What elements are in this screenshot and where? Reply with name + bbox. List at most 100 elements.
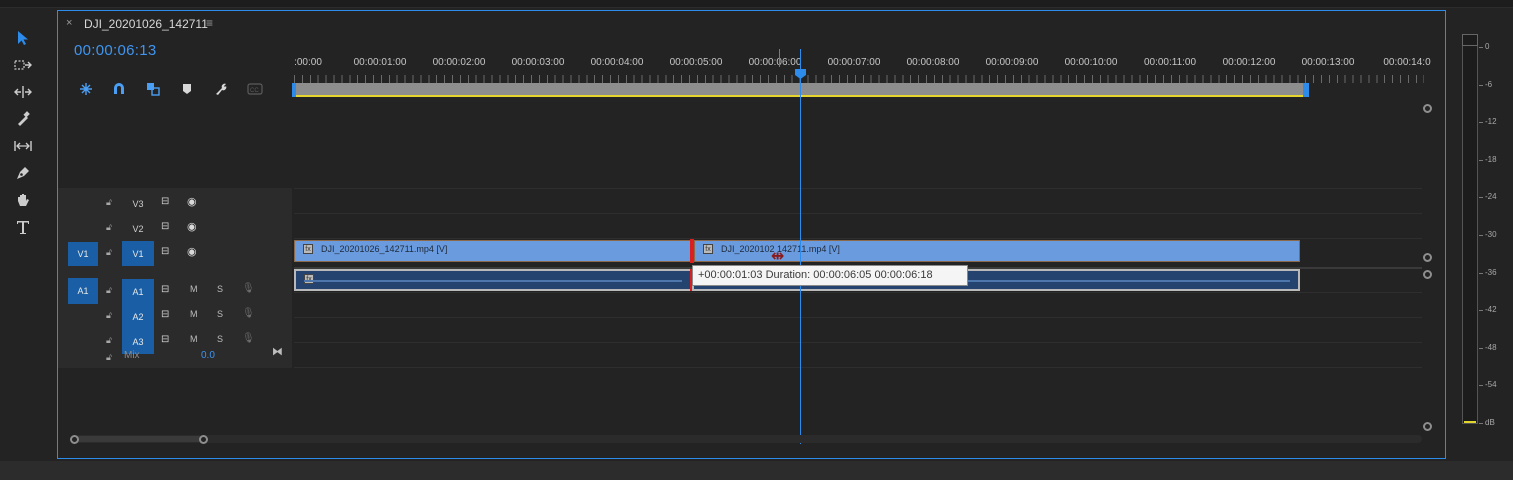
- source-patch-a1[interactable]: A1: [68, 278, 98, 304]
- mic-icon[interactable]: 🎙︎: [242, 308, 255, 319]
- ruler-label: 00:00:07:00: [827, 57, 881, 68]
- mute-button[interactable]: M: [190, 309, 198, 319]
- panel-tab: × DJI_20201026_142711 ≡: [58, 11, 1445, 37]
- type-tool-icon[interactable]: [10, 215, 36, 239]
- meter-db-label: -36: [1485, 267, 1497, 277]
- ruler-label: 00:00:12:00: [1222, 57, 1276, 68]
- lock-icon[interactable]: 🔓︎: [106, 335, 112, 346]
- playhead-timecode[interactable]: 00:00:06:13: [74, 42, 157, 59]
- ruler-label: 00:00:06:00: [748, 57, 802, 68]
- meter-db-label: -48: [1485, 342, 1497, 352]
- work-area-start-handle[interactable]: [292, 83, 296, 97]
- sync-lock-icon[interactable]: ⊟: [161, 246, 169, 257]
- close-tab-icon[interactable]: ×: [66, 17, 72, 29]
- horizontal-scrollbar[interactable]: [72, 435, 1422, 443]
- solo-button[interactable]: S: [217, 284, 223, 294]
- ruler-label: 00:00:14:0: [1383, 57, 1431, 68]
- video-clip[interactable]: fx DJI_2020102 142711.mp4 [V]: [694, 240, 1300, 262]
- vertical-scroll-knob[interactable]: [1423, 253, 1432, 262]
- linked-selection-icon[interactable]: [145, 81, 161, 97]
- timeline-settings-wrench-icon[interactable]: [213, 81, 229, 97]
- zoom-left-knob[interactable]: [70, 435, 79, 444]
- eye-icon[interactable]: ◉: [187, 195, 197, 208]
- audio-clip[interactable]: fx: [294, 269, 692, 291]
- lock-icon[interactable]: 🔓︎: [106, 197, 112, 208]
- meter-level: [1464, 421, 1476, 423]
- track-headers: 🔓︎ V3 ⊟ ◉ 🔓︎ V2 ⊟ ◉ V1 🔓︎ V1 ⊟ ◉ A1 🔓︎ A…: [58, 188, 292, 368]
- track-target-v1[interactable]: V1: [122, 241, 154, 266]
- sync-lock-icon[interactable]: ⊟: [161, 221, 169, 232]
- razor-tool-icon[interactable]: [10, 107, 36, 131]
- solo-button[interactable]: S: [217, 309, 223, 319]
- vertical-scroll-knob[interactable]: [1423, 422, 1432, 431]
- sync-lock-icon[interactable]: ⊟: [161, 284, 169, 295]
- clip-label: DJI_20201026_142711.mp4 [V]: [321, 244, 448, 254]
- hand-tool-icon[interactable]: [10, 188, 36, 212]
- mix-lock-icon[interactable]: 🔓︎: [106, 352, 112, 363]
- vertical-scroll-knob[interactable]: [1423, 104, 1432, 113]
- slip-tool-icon[interactable]: [10, 134, 36, 158]
- track-select-forward-icon[interactable]: [10, 53, 36, 77]
- lane-divider: [294, 342, 1422, 343]
- time-ruler[interactable]: :00:00 00:00:01:00 00:00:02:00 00:00:03:00 0…: [292, 51, 1431, 101]
- bowtie-icon[interactable]: ⧓: [272, 345, 283, 358]
- work-area-bar[interactable]: [294, 83, 1308, 97]
- meter-tick: [1479, 235, 1483, 236]
- playhead-line[interactable]: [800, 49, 801, 444]
- ruler-label: 00:00:04:00: [590, 57, 644, 68]
- top-strip: [0, 0, 1513, 8]
- sequence-tab-title[interactable]: DJI_20201026_142711: [84, 17, 208, 31]
- fx-badge-icon: fx: [303, 244, 313, 254]
- vertical-scroll-knob[interactable]: [1423, 270, 1432, 279]
- horizontal-scroll-thumb[interactable]: [74, 436, 206, 442]
- eye-icon[interactable]: ◉: [187, 245, 197, 258]
- track-target-a2[interactable]: A2: [122, 304, 154, 329]
- lane-divider: [294, 292, 1422, 293]
- track-target-v3[interactable]: V3: [122, 191, 154, 216]
- track-target-v2[interactable]: V2: [122, 216, 154, 241]
- meter-tick: [1479, 159, 1483, 161]
- snap-magnet-icon[interactable]: [111, 81, 127, 97]
- premiere-timeline-window: × DJI_20201026_142711 ≡ 00:00:06:13 CC 🔓…: [0, 0, 1513, 480]
- lock-icon[interactable]: 🔓︎: [106, 222, 112, 233]
- mute-button[interactable]: M: [190, 334, 198, 344]
- mix-value[interactable]: 0.0: [201, 350, 215, 361]
- lock-icon[interactable]: 🔓︎: [106, 310, 112, 321]
- sync-lock-icon[interactable]: ⊟: [161, 334, 169, 345]
- pen-tool-icon[interactable]: [10, 161, 36, 185]
- panel-menu-icon[interactable]: ≡: [206, 16, 213, 30]
- eye-icon[interactable]: ◉: [187, 220, 197, 233]
- source-patch-v1[interactable]: V1: [68, 242, 98, 266]
- solo-button[interactable]: S: [217, 334, 223, 344]
- zoom-right-knob[interactable]: [199, 435, 208, 444]
- svg-text:CC: CC: [250, 88, 259, 94]
- ruler-label: 00:00:03:00: [511, 57, 565, 68]
- meter-tick: [1479, 385, 1483, 387]
- meter-db-label: dB: [1485, 418, 1495, 427]
- lock-icon[interactable]: 🔓︎: [106, 285, 112, 296]
- ripple-edit-tool-icon[interactable]: [10, 80, 36, 104]
- mic-icon[interactable]: 🎙︎: [242, 283, 255, 294]
- meter-db-label: -30: [1485, 230, 1497, 239]
- mic-icon[interactable]: 🎙︎: [242, 333, 255, 344]
- selection-tool-icon[interactable]: [10, 26, 36, 50]
- track-header-a2: 🔓︎ A2 ⊟ M S 🎙︎: [58, 304, 292, 329]
- work-area-end-handle[interactable]: [1303, 83, 1309, 97]
- sync-lock-icon[interactable]: ⊟: [161, 196, 169, 207]
- add-marker-icon[interactable]: [179, 81, 195, 97]
- track-target-a1[interactable]: A1: [122, 279, 154, 304]
- ruler-label: 00:00:11:00: [1143, 57, 1197, 68]
- nest-sequence-icon[interactable]: [78, 81, 94, 97]
- rolling-edit-cursor-icon: ⇹: [771, 248, 785, 265]
- mute-button[interactable]: M: [190, 284, 198, 294]
- sync-lock-icon[interactable]: ⊟: [161, 309, 169, 320]
- fx-badge-icon: fx: [703, 244, 713, 254]
- ruler-label: 00:00:09:00: [985, 57, 1039, 68]
- track-header-a1: A1 🔓︎ A1 ⊟ M S 🎙︎: [58, 278, 292, 304]
- track-header-spacer: [58, 103, 292, 187]
- lock-icon[interactable]: 🔓︎: [106, 247, 112, 258]
- video-clip[interactable]: fx DJI_20201026_142711.mp4 [V]: [294, 240, 692, 262]
- captions-icon[interactable]: CC: [247, 81, 263, 97]
- meter-peak-indicator[interactable]: [1462, 34, 1478, 46]
- edit-point-marker[interactable]: [690, 239, 694, 263]
